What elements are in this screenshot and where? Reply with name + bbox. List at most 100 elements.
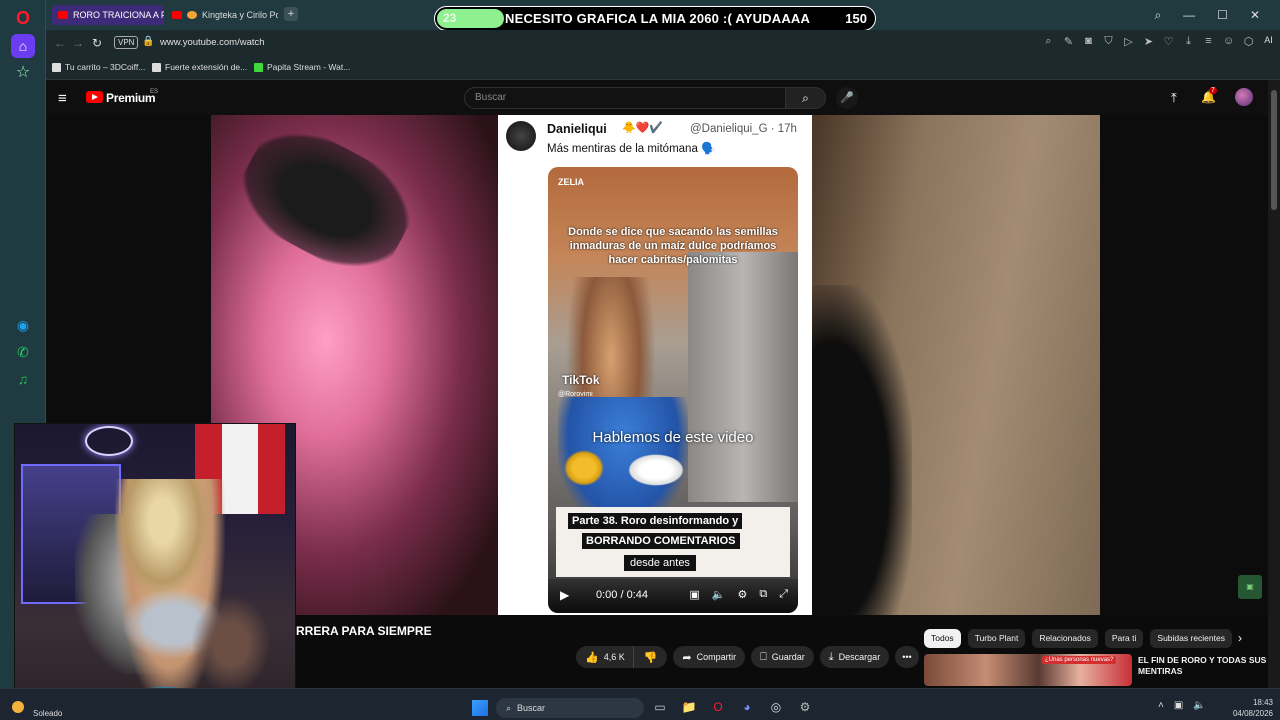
back-icon[interactable]: ←: [54, 36, 66, 50]
forward-icon[interactable]: →: [72, 36, 84, 50]
bookmark-item[interactable]: Tu carrito – 3DCoiff...: [52, 62, 145, 72]
new-tab-button[interactable]: +: [284, 7, 298, 21]
chip-todos[interactable]: Todos: [924, 629, 961, 648]
download-button[interactable]: ⤓ Descargar: [819, 646, 890, 668]
opera-gx-icon[interactable]: O: [710, 699, 726, 715]
chevron-up-icon[interactable]: ˄: [1158, 700, 1164, 711]
cube-icon[interactable]: ⬡: [1243, 35, 1254, 48]
search-button[interactable]: ⌕: [786, 87, 826, 109]
vpn-badge[interactable]: VPN: [114, 36, 139, 49]
lock-icon[interactable]: 🔒: [142, 36, 154, 47]
save-button[interactable]: ⎕ Guardar: [751, 646, 814, 668]
taskbar-search-label: Buscar: [517, 703, 546, 713]
heart-icon[interactable]: ♡: [1163, 35, 1174, 48]
weather-label[interactable]: Soleado: [33, 709, 62, 718]
embedded-tweet: Danieliqui 🐥❤️✔️ @Danieliqui_G · 17h Más…: [498, 115, 812, 615]
tweet-handle: @Danieliqui_G · 17h: [690, 123, 797, 135]
chip-turbo-plant[interactable]: Turbo Plant: [967, 629, 1026, 648]
bookmarks-bar: Tu carrito – 3DCoiff... Fuerte extensión…: [46, 56, 1280, 80]
volume-icon[interactable]: 🔈: [1193, 700, 1205, 711]
like-button[interactable]: 👍 4,6 K: [576, 646, 634, 668]
fullscreen-icon[interactable]: ⤢: [779, 588, 788, 601]
youtube-logo-icon[interactable]: [86, 91, 103, 103]
hamburger-menu-icon[interactable]: ≡: [58, 90, 67, 107]
search-icon: ⌕: [506, 703, 512, 713]
pip-icon[interactable]: ⧉: [759, 588, 767, 601]
whatsapp-icon[interactable]: ✆: [11, 340, 35, 364]
thumbs-down-icon: 👎: [643, 651, 658, 664]
url-field[interactable]: www.youtube.com/watch: [160, 37, 265, 48]
youtube-premium-label[interactable]: Premium: [106, 91, 156, 105]
shield-icon[interactable]: ⛉: [1103, 35, 1114, 48]
recommendation-title[interactable]: EL FIN DE RORO Y TODAS SUS MENTIRAS: [1138, 655, 1268, 677]
send-icon[interactable]: ➤: [1143, 35, 1154, 48]
settings-gear-icon[interactable]: ⚙: [737, 588, 747, 601]
play-icon[interactable]: ▶: [560, 588, 569, 602]
banner-line-1: Parte 38. Roro desinformando y: [568, 513, 743, 529]
captions-icon[interactable]: ▣: [689, 588, 699, 601]
chevron-right-icon[interactable]: ›: [1238, 631, 1242, 645]
scrollbar-thumb[interactable]: [1271, 90, 1277, 210]
home-icon[interactable]: ⌂: [11, 34, 35, 58]
account-avatar[interactable]: [1235, 88, 1253, 106]
thumbs-up-icon: 👍: [585, 651, 599, 664]
system-tray: ˄ ▣ 🔈: [1158, 700, 1206, 711]
download-label: Descargar: [838, 652, 881, 662]
file-explorer-icon[interactable]: 📁: [681, 699, 697, 715]
video-caption-top: Donde se dice que sacando las semillas i…: [568, 226, 778, 266]
settings-gear-icon[interactable]: ⚙: [797, 699, 813, 715]
menu-icon[interactable]: ≡: [1203, 35, 1214, 48]
zoom-icon[interactable]: ⌕: [1043, 35, 1054, 48]
discord-icon[interactable]: ◕: [739, 699, 755, 715]
minimize-icon[interactable]: —: [1183, 8, 1195, 22]
video-watermark: ZELIA: [558, 177, 584, 187]
spotify-icon[interactable]: ♫: [11, 367, 35, 391]
taskbar-search[interactable]: ⌕ Buscar: [496, 698, 644, 718]
chip-para-ti[interactable]: Para ti: [1104, 629, 1144, 648]
aria-ai-button[interactable]: AI: [1263, 35, 1274, 48]
bookmark-label: Fuerte extensión de...: [165, 62, 248, 72]
video-fridge: [688, 252, 798, 502]
share-button[interactable]: ➦ Compartir: [673, 646, 746, 668]
close-icon[interactable]: ✕: [1250, 8, 1260, 22]
download-icon[interactable]: ⤓: [1183, 35, 1194, 48]
volume-icon[interactable]: 🔈: [712, 588, 726, 601]
maximize-icon[interactable]: ☐: [1217, 8, 1228, 22]
recommendation-thumbnail[interactable]: ¿Unas personas nuevas?: [924, 654, 1132, 686]
tab-second[interactable]: Kingteka y Cirilo Pospo: [166, 5, 278, 25]
reload-icon[interactable]: ↻: [92, 36, 102, 50]
upload-icon[interactable]: ⤒: [1171, 90, 1177, 106]
emoji-face-icon: [187, 11, 197, 19]
messenger-icon[interactable]: ◉: [11, 313, 35, 337]
share-label: Compartir: [696, 652, 737, 662]
bookmark-item[interactable]: Papita Stream - Wat...: [254, 62, 350, 72]
goal-target: 150: [845, 11, 867, 26]
chip-relacionados[interactable]: Relacionados: [1032, 629, 1098, 648]
bookmark-item[interactable]: Fuerte extensión de...: [152, 62, 247, 72]
obs-icon[interactable]: ◎: [768, 699, 784, 715]
search-tabs-icon[interactable]: ⌕: [1154, 8, 1161, 23]
video-time: 0:00 / 0:44: [596, 589, 648, 601]
more-actions-button[interactable]: •••: [895, 646, 919, 668]
taskbar-clock[interactable]: 18:43 04/08/2026: [1229, 697, 1273, 719]
network-icon[interactable]: ▣: [1174, 700, 1183, 711]
search-input[interactable]: Buscar: [464, 87, 786, 109]
dislike-button[interactable]: 👎: [633, 646, 668, 668]
opera-logo-icon[interactable]: O: [11, 6, 35, 30]
camera-icon[interactable]: ◙: [1083, 35, 1094, 48]
banner-line-3: desde antes: [624, 555, 696, 571]
task-view-icon[interactable]: ▭: [652, 699, 668, 715]
weather-sun-icon[interactable]: [12, 701, 24, 713]
tweet-author-name: Danieliqui: [547, 122, 607, 136]
tab-active[interactable]: RORO TRAICIONA A P: [52, 5, 164, 25]
play-icon[interactable]: ▷: [1123, 35, 1134, 48]
download-icon: ⤓: [828, 650, 834, 663]
profile-icon[interactable]: ☺: [1223, 35, 1234, 48]
chip-subidas-recientes[interactable]: Subidas recientes: [1150, 629, 1232, 648]
windows-start-icon[interactable]: [472, 700, 488, 716]
edit-icon[interactable]: ✎: [1063, 35, 1074, 48]
star-icon[interactable]: ☆: [11, 60, 35, 84]
page-scrollbar[interactable]: [1268, 80, 1280, 688]
clock-time: 18:43: [1252, 698, 1273, 707]
voice-search-button[interactable]: 🎤: [836, 87, 858, 109]
